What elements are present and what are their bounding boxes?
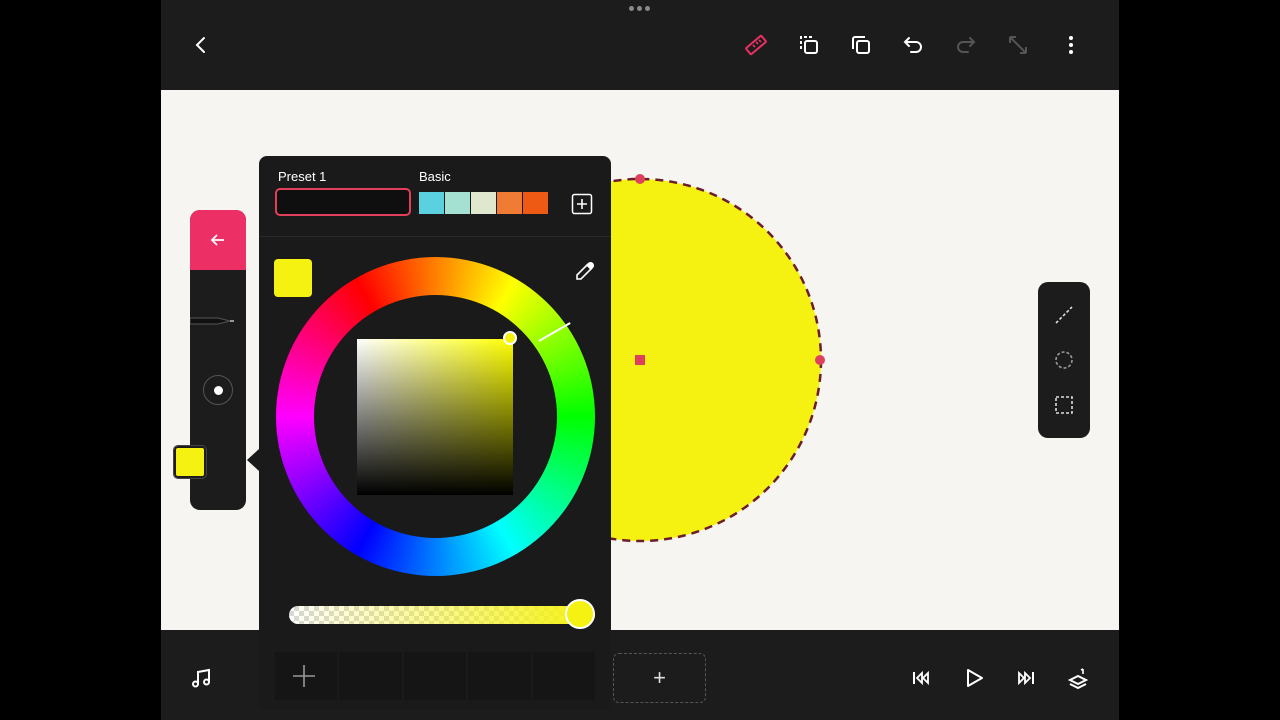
line-shape-icon[interactable]: [1050, 301, 1078, 329]
opacity-slider-handle[interactable]: [565, 599, 595, 629]
swatch-mint[interactable]: [445, 192, 470, 214]
basic-label: Basic: [419, 169, 451, 184]
skip-back-icon[interactable]: [907, 664, 935, 692]
duplicate-icon[interactable]: [847, 31, 875, 59]
swatch-orange[interactable]: [497, 192, 522, 214]
saturation-brightness-square[interactable]: [357, 339, 513, 495]
resize-icon[interactable]: [1004, 31, 1032, 59]
saved-color-slot[interactable]: [403, 652, 467, 700]
brush-size-dot: [213, 385, 223, 395]
swatch-cyan[interactable]: [419, 192, 444, 214]
saved-color-slot[interactable]: [339, 652, 402, 700]
preset-palette-slot[interactable]: [275, 188, 411, 216]
add-frame-button[interactable]: +: [613, 653, 706, 703]
radius-handle-top[interactable]: [635, 174, 645, 184]
shape-panel: [1038, 282, 1090, 438]
multitask-handle[interactable]: [629, 6, 651, 12]
picker-divider: [259, 236, 611, 237]
redo-icon[interactable]: [952, 31, 980, 59]
back-chevron-icon[interactable]: [187, 31, 215, 59]
saved-color-slot[interactable]: [468, 652, 531, 700]
swatch-cream[interactable]: [471, 192, 496, 214]
sat-brightness-handle[interactable]: [503, 331, 517, 345]
more-icon[interactable]: [1057, 31, 1085, 59]
copy-icon[interactable]: [795, 31, 823, 59]
layers-icon[interactable]: [1064, 664, 1092, 692]
radius-handle-right[interactable]: [815, 355, 825, 365]
circle-shape-icon[interactable]: [1050, 346, 1078, 374]
arrow-left-icon: [210, 234, 224, 246]
saved-color-slot[interactable]: [532, 652, 596, 700]
top-toolbar: [161, 0, 1119, 90]
tool-panel-back-button[interactable]: [190, 210, 246, 270]
center-handle[interactable]: [635, 355, 645, 365]
color-picker-popover: Preset 1 Basic: [259, 156, 611, 710]
add-swatch-button[interactable]: [571, 193, 593, 215]
music-icon[interactable]: [187, 664, 215, 692]
plus-icon: [571, 193, 593, 215]
rectangle-shape-icon[interactable]: [1050, 391, 1078, 419]
picker-pointer: [247, 449, 259, 471]
eyedropper-icon[interactable]: [571, 257, 599, 285]
basic-swatches: [419, 192, 549, 214]
ruler-icon[interactable]: [742, 31, 770, 59]
app-window: + Preset 1 Basic: [161, 0, 1119, 720]
current-color-swatch: [274, 259, 312, 297]
skip-forward-icon[interactable]: [1012, 664, 1040, 692]
opacity-slider[interactable]: [289, 606, 595, 624]
preset-label: Preset 1: [278, 169, 327, 184]
play-icon[interactable]: [960, 664, 988, 692]
swatch-red-orange[interactable]: [523, 192, 548, 214]
add-saved-color-button[interactable]: [275, 652, 333, 700]
brush-size-button[interactable]: [203, 375, 233, 405]
plus-icon: [293, 665, 315, 687]
color-button[interactable]: [173, 445, 207, 479]
undo-icon[interactable]: [899, 31, 927, 59]
pen-tool-icon[interactable]: [190, 310, 246, 332]
